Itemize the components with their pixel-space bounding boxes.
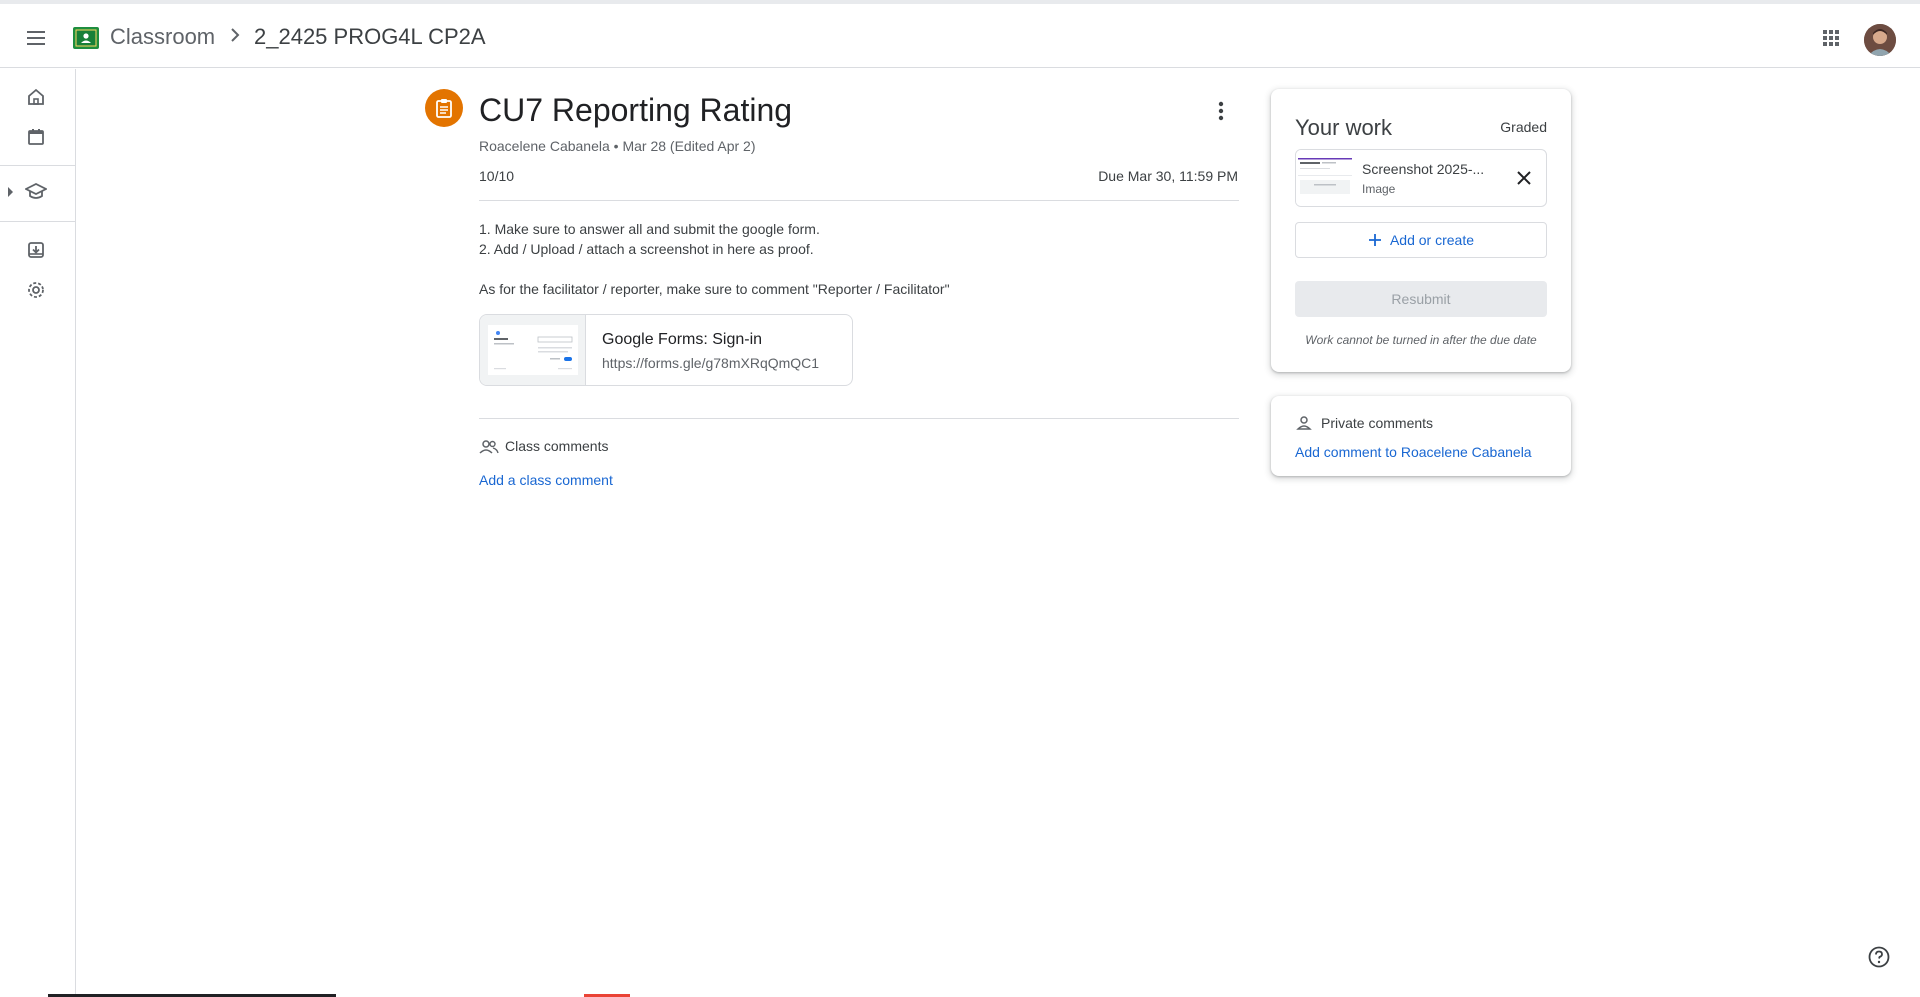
submitted-file[interactable]: Screenshot 2025-... Image [1295, 149, 1547, 207]
home-icon[interactable] [20, 81, 52, 113]
late-work-note: Work cannot be turned in after the due d… [1305, 333, 1537, 347]
assignment-icon [425, 89, 463, 127]
add-private-comment-link[interactable]: Add comment to Roacelene Cabanela [1295, 444, 1532, 460]
calendar-icon[interactable] [20, 121, 52, 153]
instruction-line: 2. Add / Upload / attach a screenshot in… [479, 241, 814, 257]
attachment-title[interactable]: Google Forms: Sign-in [602, 331, 762, 349]
rail-divider [0, 221, 76, 222]
google-apps-icon[interactable] [1815, 22, 1847, 54]
main-menu-icon[interactable] [20, 22, 52, 54]
due-date: Due Mar 30, 11:59 PM [1098, 168, 1238, 184]
plus-icon [1368, 234, 1381, 246]
archived-classes-icon[interactable] [20, 234, 52, 266]
instruction-line: 1. Make sure to answer all and submit th… [479, 221, 820, 237]
assignment-meta: Roacelene Cabanela • Mar 28 (Edited Apr … [479, 138, 756, 154]
app-name[interactable]: Classroom [110, 24, 215, 50]
navigation-rail [0, 69, 76, 997]
assignment-points: 10/10 [479, 168, 515, 184]
add-or-create-label: Add or create [1389, 232, 1475, 248]
settings-gear-icon[interactable] [20, 274, 52, 306]
course-name[interactable]: 2_2425 PROG4L CP2A [254, 24, 486, 50]
classroom-logo-icon[interactable] [73, 27, 99, 49]
top-app-bar: Classroom 2_2425 PROG4L CP2A [0, 4, 1920, 68]
header-divider [479, 200, 1239, 201]
person-icon [1295, 414, 1313, 432]
add-or-create-button[interactable]: Add or create [1295, 222, 1547, 258]
private-comments-card: Private comments Add comment to Roacelen… [1271, 396, 1571, 476]
file-name[interactable]: Screenshot 2025-... [1362, 161, 1484, 177]
expand-caret-icon[interactable] [8, 187, 13, 197]
comments-divider [479, 418, 1239, 419]
enrolled-classes-icon[interactable] [20, 176, 52, 208]
help-icon[interactable] [1867, 945, 1891, 969]
your-work-title: Your work [1295, 115, 1393, 140]
resubmit-button[interactable]: Resubmit [1295, 281, 1547, 317]
add-class-comment-link[interactable]: Add a class comment [479, 472, 613, 488]
private-comments-label: Private comments [1321, 415, 1434, 431]
more-options-icon[interactable] [1206, 96, 1236, 126]
account-avatar[interactable] [1864, 24, 1896, 56]
your-work-card: Your work Graded Screenshot 2025-... Ima… [1271, 89, 1571, 372]
grade-status: Graded [1500, 119, 1547, 135]
class-comments-label: Class comments [505, 438, 609, 454]
instruction-line: As for the facilitator / reporter, make … [479, 281, 950, 297]
file-type: Image [1362, 182, 1396, 196]
instruction-line [479, 259, 1239, 279]
attachment-thumbnail [480, 315, 586, 385]
breadcrumb-chevron-icon [226, 26, 244, 44]
rail-divider [0, 165, 76, 166]
attachment-url: https://forms.gle/g78mXRqQmQC1 [602, 355, 820, 371]
form-attachment[interactable]: Google Forms: Sign-in https://forms.gle/… [479, 314, 853, 386]
assignment-title: CU7 Reporting Rating [479, 92, 793, 128]
file-thumbnail [1296, 150, 1354, 206]
people-icon [479, 437, 499, 457]
instructions: 1. Make sure to answer all and submit th… [479, 219, 1239, 299]
remove-file-close-icon[interactable] [1510, 164, 1538, 192]
